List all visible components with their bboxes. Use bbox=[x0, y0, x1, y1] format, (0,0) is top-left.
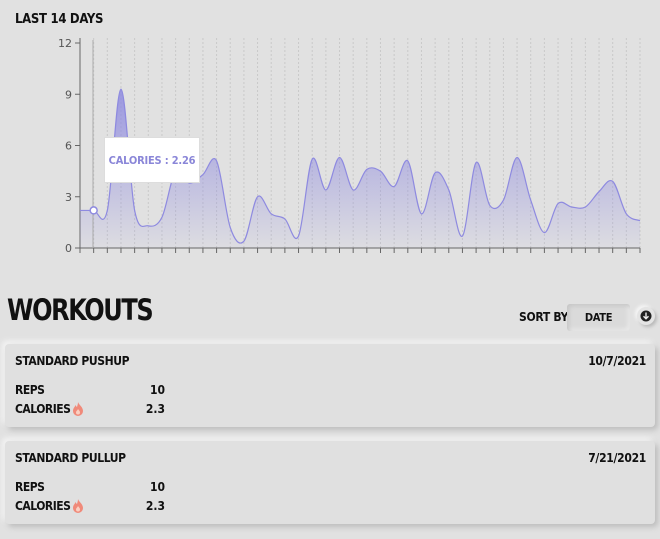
sort-label: SORT BY bbox=[519, 310, 569, 324]
workout-name: STANDARD PULLUP bbox=[15, 451, 126, 465]
calories-value: 2.3 bbox=[145, 402, 165, 416]
calories-chart[interactable]: 0 3 6 9 12 bbox=[0, 0, 660, 290]
calories-label-row: CALORIES bbox=[15, 402, 84, 416]
reps-label: REPS bbox=[15, 480, 45, 494]
tooltip-label: CALORIES bbox=[108, 153, 162, 167]
hover-point bbox=[89, 206, 98, 215]
y-tick-label: 9 bbox=[65, 88, 72, 101]
calories-label: CALORIES bbox=[15, 499, 71, 513]
workout-name: STANDARD PUSHUP bbox=[15, 354, 130, 368]
flame-icon bbox=[73, 499, 84, 513]
workout-card[interactable]: STANDARD PULLUP 7/21/2021 REPS 10 CALORI… bbox=[5, 441, 655, 524]
reps-label: REPS bbox=[15, 383, 45, 397]
arrow-down-icon bbox=[640, 310, 652, 322]
sort-value: DATE bbox=[584, 311, 613, 324]
calories-label: CALORIES bbox=[15, 402, 71, 416]
y-tick-label: 12 bbox=[58, 37, 72, 50]
reps-value: 10 bbox=[149, 480, 165, 494]
chart-tooltip: CALORIES : 2.26 bbox=[104, 137, 200, 183]
y-tick-label: 6 bbox=[65, 140, 72, 153]
workouts-title: WORKOUTS bbox=[7, 293, 154, 327]
flame-icon bbox=[73, 402, 84, 416]
reps-value: 10 bbox=[149, 383, 165, 397]
calories-label-row: CALORIES bbox=[15, 499, 84, 513]
workout-card[interactable]: STANDARD PUSHUP 10/7/2021 REPS 10 CALORI… bbox=[5, 344, 655, 427]
tooltip-value: 2.26 bbox=[171, 153, 196, 167]
y-tick-label: 0 bbox=[65, 242, 72, 255]
y-tick-label: 3 bbox=[65, 191, 72, 204]
workout-date: 7/21/2021 bbox=[588, 451, 646, 465]
calories-value: 2.3 bbox=[145, 499, 165, 513]
workout-date: 10/7/2021 bbox=[588, 354, 646, 368]
sort-direction-button[interactable] bbox=[637, 307, 655, 325]
sort-select[interactable]: DATE bbox=[567, 304, 630, 331]
